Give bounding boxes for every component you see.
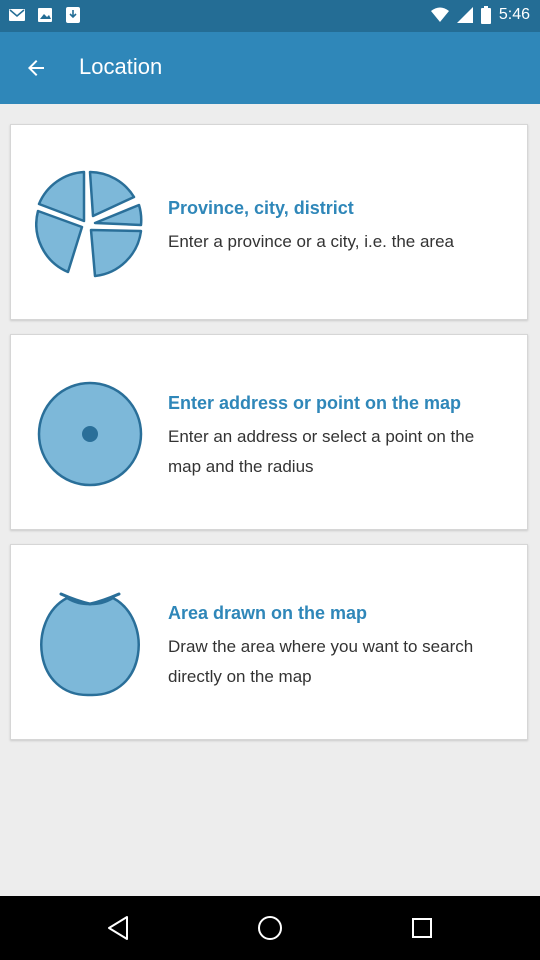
- nav-back-button[interactable]: [102, 912, 134, 944]
- option-title: Enter address or point on the map: [168, 393, 462, 413]
- mail-notification-icon: [9, 9, 25, 21]
- status-right: 5:46: [430, 6, 530, 24]
- image-notification-icon: [38, 8, 52, 22]
- option-card-drawn-area[interactable]: Area drawn on the map Draw the area wher…: [10, 544, 528, 740]
- arrow-left-icon: [28, 60, 44, 76]
- page-title: Location: [79, 54, 163, 79]
- option-title: Province, city, district: [168, 198, 354, 218]
- triangle-back-icon: [108, 916, 128, 940]
- circle-point-icon: [37, 381, 143, 487]
- circle-home-icon: [258, 916, 282, 940]
- option-description: Enter an address or select a point on th…: [168, 427, 475, 476]
- option-card-address[interactable]: Enter address or point on the map Enter …: [10, 334, 528, 530]
- battery-icon: [480, 6, 491, 24]
- status-time: 5:46: [498, 6, 530, 23]
- download-notification-icon: [66, 7, 80, 23]
- drawn-area-icon: [40, 592, 140, 697]
- option-title: Area drawn on the map: [168, 603, 368, 623]
- app-bar: Location: [0, 32, 540, 104]
- status-bar: 5:46: [0, 0, 540, 32]
- notification-icons: [8, 6, 82, 24]
- nav-recents-button[interactable]: [406, 912, 438, 944]
- wifi-icon: [430, 7, 449, 22]
- square-recents-icon: [412, 918, 432, 938]
- option-description: Draw the area where you want to search d…: [168, 637, 474, 686]
- nav-home-button[interactable]: [254, 912, 286, 944]
- signal-icon: [456, 7, 473, 23]
- option-description: Enter a province or a city, i.e. the are…: [168, 232, 454, 251]
- system-navigation-bar: [0, 896, 540, 960]
- pie-area-icon: [35, 170, 143, 278]
- option-card-province[interactable]: Province, city, district Enter a provinc…: [10, 124, 528, 320]
- back-button[interactable]: [12, 44, 60, 92]
